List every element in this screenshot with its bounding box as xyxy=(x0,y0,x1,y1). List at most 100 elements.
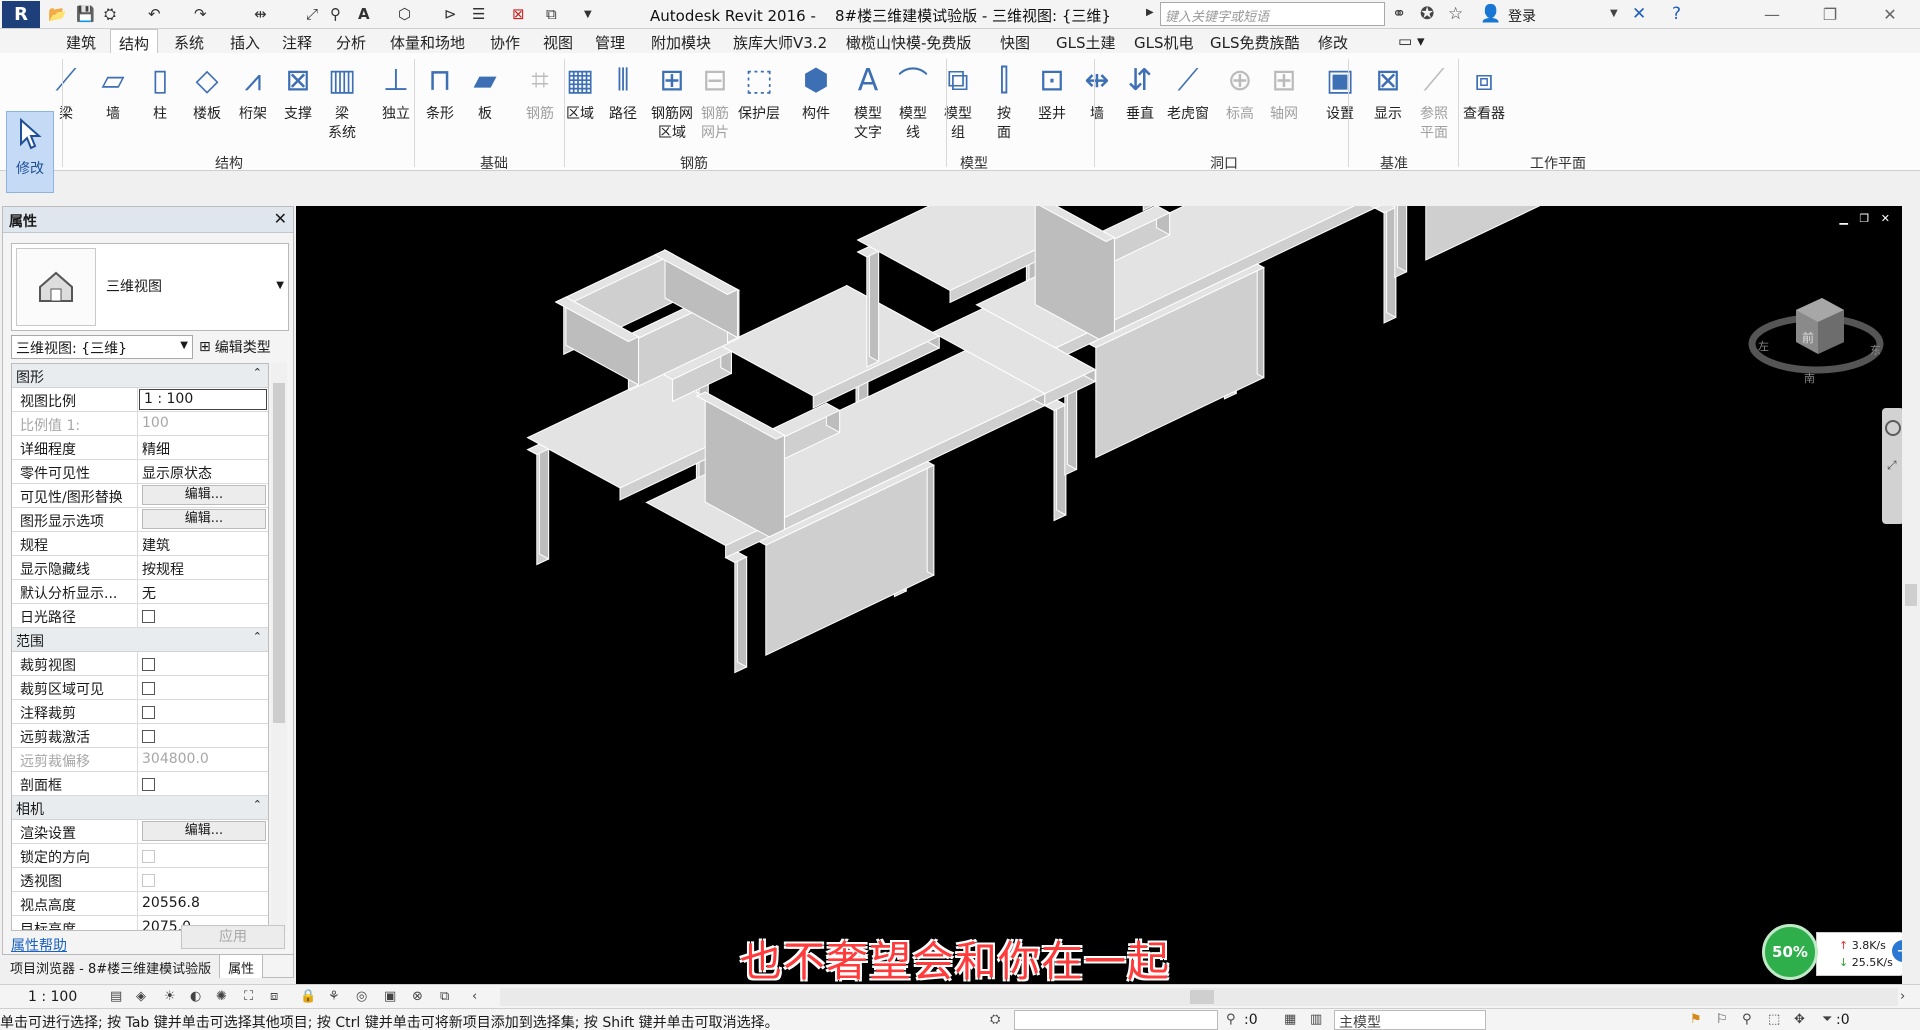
help-icon[interactable]: ? xyxy=(1672,4,1681,24)
ribbon-button-17[interactable]: A 模型 文字 xyxy=(849,59,887,151)
ribbon-button-0[interactable]: ⟋ 梁 xyxy=(47,59,85,151)
tab-16[interactable]: GLS免费族酷 xyxy=(1210,32,1300,53)
thin-lines-icon[interactable]: ☰ xyxy=(472,3,485,25)
ribbon-button-30[interactable]: ⧈ 查看器 xyxy=(1463,59,1505,151)
restore-icon[interactable]: ❐ xyxy=(1806,2,1854,26)
ribbon-button-26[interactable]: ⊞ 轴网 xyxy=(1265,59,1303,151)
login-link[interactable]: 登录 xyxy=(1508,6,1536,26)
switch-windows-icon[interactable]: ⧉ xyxy=(546,3,557,25)
ribbon-button-6[interactable]: ▥ 梁 系统 xyxy=(323,59,361,151)
viewport-horizontal-scrollbar[interactable] xyxy=(500,988,1898,1006)
property-value[interactable]: 按规程 xyxy=(138,556,268,579)
panel-label-4[interactable]: 洞口 xyxy=(1210,153,1238,173)
measure-icon[interactable]: ⇹ xyxy=(254,3,267,25)
select-pinned-icon[interactable]: ⚲ xyxy=(1742,1012,1752,1027)
edit-type-button[interactable]: ⊞ 编辑类型 xyxy=(199,337,271,357)
scroll-thumb[interactable] xyxy=(273,383,285,723)
column-2-side[interactable] xyxy=(736,551,748,668)
user-icon[interactable]: 👤 xyxy=(1480,4,1501,24)
tab-15[interactable]: GLS机电 xyxy=(1134,32,1194,53)
wall-29-side[interactable] xyxy=(1256,263,1265,379)
ribbon-button-7[interactable]: ⊥ 独立 xyxy=(377,59,415,151)
steering-wheel-icon[interactable] xyxy=(1885,420,1901,436)
property-value[interactable]: 1 : 100 xyxy=(139,389,267,410)
revit-logo-icon[interactable]: R xyxy=(2,1,40,28)
qat-dropdown-icon[interactable]: ▼ xyxy=(584,3,592,25)
login-dropdown-icon[interactable]: ▼ xyxy=(1610,8,1618,19)
ribbon-button-18[interactable]: ⌒ 模型 线 xyxy=(894,59,932,151)
exchange-apps-icon[interactable]: ✕ xyxy=(1632,4,1646,24)
checkbox[interactable] xyxy=(142,706,155,719)
wall-46-front[interactable] xyxy=(1425,206,1594,261)
sync-icon[interactable]: ⛭ xyxy=(104,3,116,25)
visual-style-icon[interactable]: ◈ xyxy=(136,989,146,1004)
filter-icon[interactable]: ⏷ xyxy=(1822,1012,1832,1027)
property-value[interactable]: 显示原状态 xyxy=(138,460,268,483)
ribbon-button-14[interactable]: ⊟ 钢筋 网片 xyxy=(696,59,734,151)
search-expand-icon[interactable]: ▶ xyxy=(1146,7,1154,18)
temp-hide-icon[interactable]: ⚘ xyxy=(328,989,340,1004)
tab-9[interactable]: 管理 xyxy=(595,32,625,53)
tag-icon[interactable]: ⚲ xyxy=(330,3,341,25)
property-value[interactable]: 20556.8 xyxy=(138,892,268,915)
checkbox[interactable] xyxy=(142,730,155,743)
scroll-thumb[interactable] xyxy=(1905,584,1917,606)
minimize-icon[interactable]: — xyxy=(1748,2,1796,26)
close-hidden-icon[interactable]: ⊠ xyxy=(512,3,525,25)
ribbon-button-5[interactable]: ⊠ 支撑 xyxy=(279,59,317,151)
ribbon-button-16[interactable]: ⬢ 构件 xyxy=(797,59,835,151)
select-underlay-icon[interactable]: ⚐ xyxy=(1716,1012,1728,1027)
scroll-right-icon[interactable]: › xyxy=(1900,989,1905,1004)
collapse-icon[interactable]: ⌃ xyxy=(253,366,262,379)
editable-only-icon[interactable]: ⚲ xyxy=(1226,1012,1236,1027)
ribbon-button-13[interactable]: ⊞ 钢筋网 区域 xyxy=(651,59,693,151)
favorites-icon[interactable]: ☆ xyxy=(1448,4,1463,24)
exclude-options-icon[interactable]: ▥ xyxy=(1310,1012,1322,1027)
ribbon-button-22[interactable]: ⇹ 墙 xyxy=(1078,59,1116,151)
column-36-side[interactable] xyxy=(1396,206,1408,273)
edit-button[interactable]: 编辑... xyxy=(142,509,266,529)
edit-button[interactable]: 编辑... xyxy=(142,821,266,841)
search-input[interactable]: 键入关键字或短语 xyxy=(1160,2,1385,26)
select-links-icon[interactable]: ⚑ xyxy=(1690,1012,1702,1027)
ribbon-button-27[interactable]: ▣ 设置 xyxy=(1321,59,1359,151)
panel-label-2[interactable]: 钢筋 xyxy=(680,153,708,173)
properties-help-link[interactable]: 属性帮助 xyxy=(11,935,67,955)
ribbon-button-4[interactable]: ⩘ 桁架 xyxy=(234,59,272,151)
viewport-vertical-scrollbar[interactable] xyxy=(1902,206,1920,984)
panel-label-6[interactable]: 工作平面 xyxy=(1530,153,1586,173)
show-crop-icon[interactable]: ⧈ xyxy=(270,989,278,1004)
tab-4[interactable]: 注释 xyxy=(282,32,312,53)
tab-0[interactable]: 建筑 xyxy=(66,32,96,53)
structural-model[interactable] xyxy=(296,206,1902,984)
ribbon-button-23[interactable]: ⇵ 垂直 xyxy=(1121,59,1159,151)
checkbox[interactable] xyxy=(142,658,155,671)
panel-label-1[interactable]: 基础 xyxy=(480,153,508,173)
ribbon-button-12[interactable]: ⫴ 路径 xyxy=(604,59,642,151)
wall-12-side[interactable] xyxy=(926,460,935,577)
panel-label-0[interactable]: 结构 xyxy=(215,153,243,173)
section-icon[interactable]: ⊳ xyxy=(444,3,457,25)
open-icon[interactable]: 📂 xyxy=(48,3,67,25)
tab-10[interactable]: 附加模块 xyxy=(651,32,711,53)
navigation-bar[interactable]: ⤢ xyxy=(1882,408,1902,524)
ribbon-button-15[interactable]: ⬚ 保护层 xyxy=(738,59,780,151)
tab-2[interactable]: 系统 xyxy=(174,32,204,53)
highlight-displacement-icon[interactable]: ⧉ xyxy=(440,989,449,1004)
ribbon-button-20[interactable]: ⫿ 按 面 xyxy=(985,59,1023,151)
ribbon-button-28[interactable]: ⊠ 显示 xyxy=(1369,59,1407,151)
view-window-controls[interactable]: ▁ ❐ ✕ xyxy=(1839,212,1894,225)
tab-6[interactable]: 体量和场地 xyxy=(390,32,465,53)
tab-1[interactable]: 结构 xyxy=(110,29,159,53)
property-value[interactable]: 精细 xyxy=(138,436,268,459)
panel-label-5[interactable]: 基准 xyxy=(1380,153,1408,173)
3d-viewport[interactable]: ▁ ❐ ✕ 前 左 东 南 ⤢ 也不奢望会和你在一起 xyxy=(296,206,1902,984)
checkbox[interactable] xyxy=(142,682,155,695)
reveal-hidden-icon[interactable]: ◎ xyxy=(356,989,367,1004)
section-header[interactable]: 图形 ⌃ xyxy=(12,364,268,388)
scroll-thumb[interactable] xyxy=(1190,990,1214,1004)
crop-view-icon[interactable]: ⛶ xyxy=(244,989,253,1004)
ribbon-button-24[interactable]: ⟋ 老虎窗 xyxy=(1167,59,1209,151)
ribbon-button-9[interactable]: ▰ 板 xyxy=(466,59,504,151)
3d-view-icon[interactable]: ⬡ xyxy=(398,3,411,25)
